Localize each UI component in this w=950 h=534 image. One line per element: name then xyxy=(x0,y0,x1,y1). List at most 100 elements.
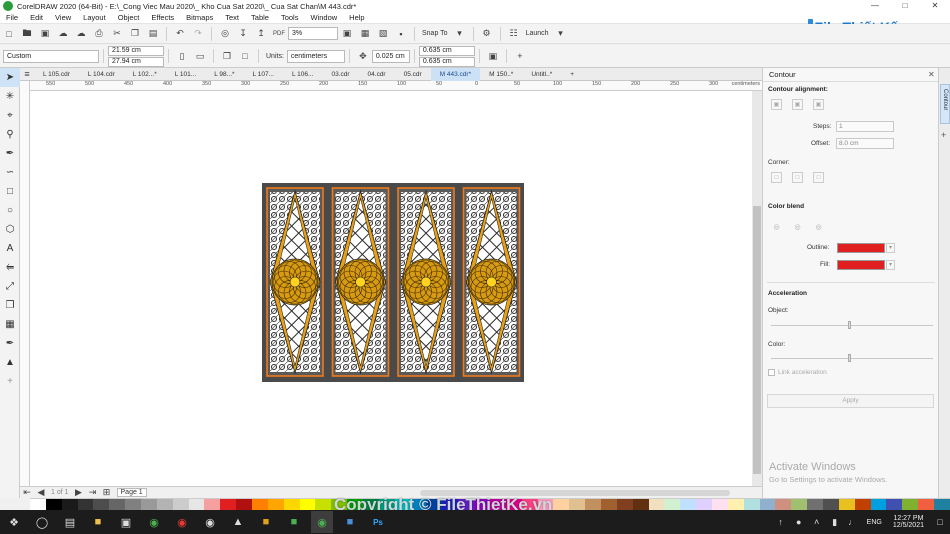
launch-chevron-icon[interactable]: ▾ xyxy=(554,27,568,41)
tab-document[interactable]: L 106... xyxy=(283,68,322,81)
linear-blend-icon[interactable]: ◎ xyxy=(771,221,782,232)
all-pages-icon[interactable]: ❐ xyxy=(220,49,234,63)
undo-icon[interactable]: ↶ xyxy=(173,27,187,41)
menu-effects[interactable]: Effects xyxy=(151,12,174,24)
counterclockwise-blend-icon[interactable]: ◎ xyxy=(813,221,824,232)
zoom-tool-icon[interactable]: ⚲ xyxy=(0,125,20,144)
door-artwork[interactable] xyxy=(30,91,752,486)
page-tab[interactable]: Page 1 xyxy=(116,488,147,497)
page-size-select[interactable]: Custom xyxy=(3,49,99,63)
import-icon[interactable]: ↧ xyxy=(236,27,250,41)
file-explorer-icon[interactable]: ■ xyxy=(87,511,109,533)
fill-color-swatch[interactable] xyxy=(837,260,885,270)
duplicate-y-field[interactable]: 0.635 cm xyxy=(418,56,475,67)
menu-view[interactable]: View xyxy=(55,12,71,24)
palette-swatch[interactable] xyxy=(616,499,633,510)
horizontal-ruler[interactable]: 550 500 450 400 350 300 250 200 150 100 50 0 50 100 15… xyxy=(30,81,762,91)
docker-close-icon[interactable]: ✕ xyxy=(928,70,935,79)
object-acceleration-knob[interactable] xyxy=(848,321,851,329)
cut-icon[interactable]: ✂ xyxy=(110,27,124,41)
menu-text[interactable]: Text xyxy=(225,12,239,24)
chevron-up-icon[interactable]: ˄ xyxy=(811,511,823,533)
shape-tool-icon[interactable]: ✳ xyxy=(0,87,20,106)
outside-icon[interactable]: ▣ xyxy=(813,99,824,110)
redo-icon[interactable]: ↷ xyxy=(191,27,205,41)
units-select[interactable]: centimeters xyxy=(286,49,345,63)
portrait-icon[interactable]: ▯ xyxy=(175,49,189,63)
minimize-button[interactable]: — xyxy=(860,0,890,12)
app-icon[interactable]: ◉ xyxy=(171,511,193,533)
apply-button[interactable]: Apply xyxy=(767,394,934,408)
tabs-menu-icon[interactable]: ≡ xyxy=(22,67,32,81)
tab-document[interactable]: 03.cdr xyxy=(322,68,358,81)
vertical-scrollbar[interactable] xyxy=(752,91,762,486)
menu-file[interactable]: File xyxy=(6,12,18,24)
new-document-icon[interactable]: □ xyxy=(2,27,16,41)
palette-swatch[interactable] xyxy=(283,499,300,510)
palette-swatch[interactable] xyxy=(632,499,649,510)
vertical-ruler[interactable] xyxy=(20,81,30,488)
volume-icon[interactable]: ♩ xyxy=(847,511,859,533)
app-icon[interactable]: ■ xyxy=(339,511,361,533)
palette-swatch[interactable] xyxy=(886,499,903,510)
new-tab-icon[interactable]: + xyxy=(561,68,583,81)
paste-icon[interactable]: ▤ xyxy=(146,27,160,41)
freehand-tool-icon[interactable]: ✒ xyxy=(0,144,20,163)
object-acceleration-slider[interactable] xyxy=(771,325,933,326)
windows-start-icon[interactable]: ❖ xyxy=(3,511,25,533)
palette-swatch[interactable] xyxy=(220,499,237,510)
outline-color-swatch[interactable] xyxy=(837,243,885,253)
current-page-icon[interactable]: □ xyxy=(238,49,252,63)
full-screen-icon[interactable]: ▣ xyxy=(340,27,354,41)
polygon-tool-icon[interactable]: ⬡ xyxy=(0,220,20,239)
color-acceleration-knob[interactable] xyxy=(848,354,851,362)
pick-tool-icon[interactable]: ➤ xyxy=(0,68,20,87)
show-rulers-icon[interactable]: ▦ xyxy=(358,27,372,41)
menu-layout[interactable]: Layout xyxy=(83,12,106,24)
app-icon[interactable]: ■ xyxy=(283,511,305,533)
add-icon[interactable]: + xyxy=(513,49,527,63)
save-icon[interactable]: ▣ xyxy=(38,27,52,41)
rectangle-tool-icon[interactable]: □ xyxy=(0,182,20,201)
show-guidelines-icon[interactable]: ▪ xyxy=(394,27,408,41)
crop-tool-icon[interactable]: ⌖ xyxy=(0,106,20,125)
outline-color-chevron-icon[interactable]: ▾ xyxy=(886,243,895,253)
palette-swatch[interactable] xyxy=(727,499,744,510)
app-icon[interactable]: ■ xyxy=(255,511,277,533)
ellipse-tool-icon[interactable]: ○ xyxy=(0,201,20,220)
page-height-field[interactable]: 27.94 cm xyxy=(108,56,164,67)
to-center-icon[interactable]: ▣ xyxy=(771,99,782,110)
miter-corner-icon[interactable]: □ xyxy=(771,172,782,183)
round-corner-icon[interactable]: □ xyxy=(792,172,803,183)
launch-icon[interactable]: ☷ xyxy=(507,27,521,41)
zoom-level-field[interactable]: 3% xyxy=(288,27,338,40)
tab-document[interactable]: L 102...* xyxy=(124,68,166,81)
app-icon[interactable]: ◉ xyxy=(199,511,221,533)
palette-swatch[interactable] xyxy=(585,499,601,510)
palette-swatch[interactable] xyxy=(933,499,950,510)
palette-swatch[interactable] xyxy=(664,499,681,510)
copy-icon[interactable]: ❐ xyxy=(128,27,142,41)
offset-field[interactable]: 8.0 cm xyxy=(836,138,894,149)
palette-swatch[interactable] xyxy=(822,499,839,510)
menu-tools[interactable]: Tools xyxy=(281,12,299,24)
tab-document[interactable]: Untitl..* xyxy=(522,68,561,81)
people-icon[interactable]: ● xyxy=(793,511,805,533)
show-grid-icon[interactable]: ▧ xyxy=(376,27,390,41)
drop-shadow-icon[interactable]: ❐ xyxy=(0,296,20,315)
palette-swatch[interactable] xyxy=(252,499,268,510)
palette-swatch[interactable] xyxy=(680,499,697,510)
palette-swatch[interactable] xyxy=(93,499,110,510)
menu-help[interactable]: Help xyxy=(349,12,364,24)
text-tool-icon[interactable]: A xyxy=(0,239,20,258)
palette-swatch[interactable] xyxy=(902,499,919,510)
menu-object[interactable]: Object xyxy=(118,12,140,24)
palette-swatch[interactable] xyxy=(141,499,157,510)
palette-swatch[interactable] xyxy=(569,499,586,510)
palette-swatch[interactable] xyxy=(854,499,871,510)
chevron-down-icon[interactable]: ▾ xyxy=(453,27,467,41)
inside-icon[interactable]: ▣ xyxy=(792,99,803,110)
palette-swatch[interactable] xyxy=(125,499,142,510)
fill-color-chevron-icon[interactable]: ▾ xyxy=(886,260,895,270)
palette-swatch[interactable] xyxy=(172,499,189,510)
